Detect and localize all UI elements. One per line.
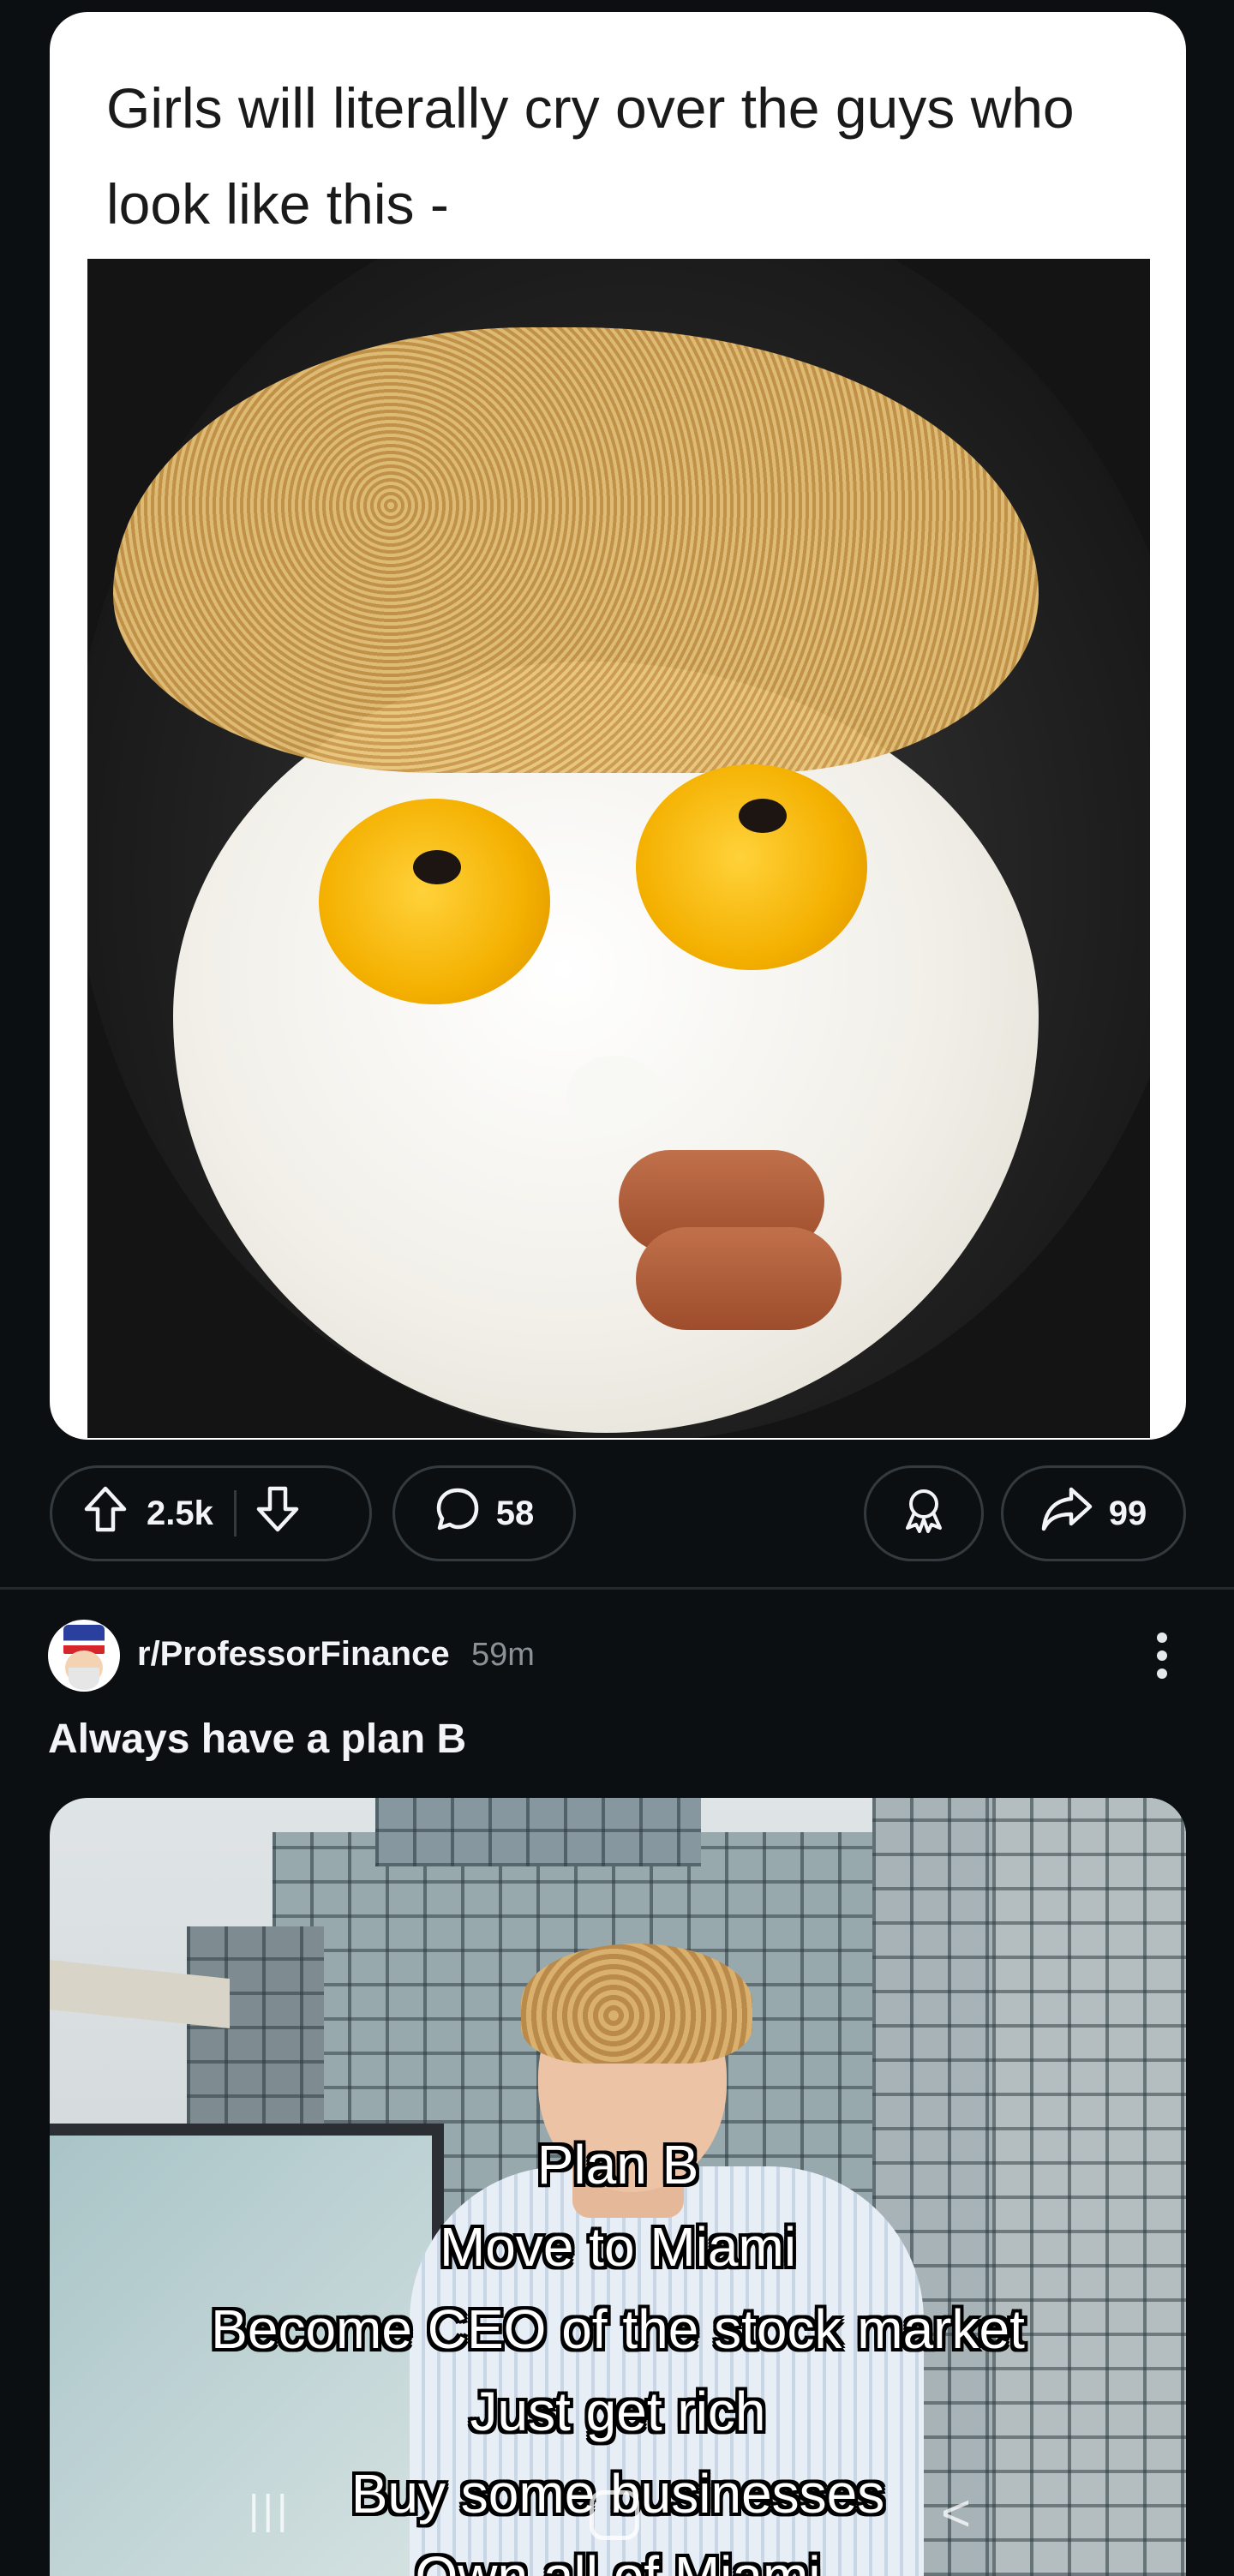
yolk-eye-right [636,764,867,970]
share-arrow-icon [1040,1486,1093,1541]
comments-button[interactable]: 58 [392,1465,576,1561]
meme-photo [87,259,1150,1438]
more-vertical-icon-dot [1157,1650,1167,1661]
home-icon[interactable] [590,2490,639,2540]
more-vertical-icon [1157,1632,1167,1643]
post-title[interactable]: Always have a plan B [48,1716,466,1763]
building [375,1798,701,1866]
comment-count: 58 [495,1494,535,1532]
post-action-bar: 2.5k 58 99 [50,1465,1186,1561]
more-vertical-icon-dot [1157,1668,1167,1679]
overlay-line: Just get rich [470,2381,766,2442]
vote-divider [233,1490,237,1537]
vote-pill: 2.5k [50,1465,372,1561]
recents-icon[interactable]: ||| [249,2487,291,2534]
feed: Girls will literally cry over the guys w… [0,0,1234,2576]
pupil-right [739,799,787,833]
nose [567,1056,662,1133]
post-timestamp: 59m [471,1637,535,1673]
award-icon [901,1485,947,1542]
yolk-eye-left [319,799,550,1004]
post-image[interactable]: Plan B Move to Miami Become CEO of the s… [50,1798,1186,2576]
system-nav-bar: ||| < [0,2468,1234,2576]
arrow-up-icon[interactable] [83,1485,128,1542]
avatar-beard [69,1668,99,1690]
subreddit-avatar[interactable] [48,1620,120,1692]
post-header: r/ProfessorFinance 59m [48,1616,1188,1695]
sausage-lip-bottom [636,1227,842,1330]
avatar-hat [63,1625,105,1654]
more-options-button[interactable] [1136,1625,1188,1686]
arrow-down-icon[interactable] [255,1485,300,1542]
back-icon[interactable]: < [941,2483,971,2543]
speech-bubble-icon [434,1486,481,1541]
pupil-left [413,850,461,884]
share-button[interactable]: 99 [1001,1465,1186,1561]
award-button[interactable] [864,1465,984,1561]
overlay-line: Become CEO of the stock market [211,2298,1025,2360]
share-count: 99 [1108,1494,1147,1532]
subreddit-name[interactable]: r/ProfessorFinance [137,1635,450,1674]
overlay-line: Move to Miami [439,2216,797,2278]
post-image-card[interactable]: Girls will literally cry over the guys w… [50,12,1186,1440]
meme-caption: Girls will literally cry over the guys w… [106,76,1075,236]
upvote-count: 2.5k [147,1494,213,1532]
post-separator [0,1587,1234,1590]
person-hair [521,1944,752,2064]
overlay-line: Plan B [536,2134,699,2196]
